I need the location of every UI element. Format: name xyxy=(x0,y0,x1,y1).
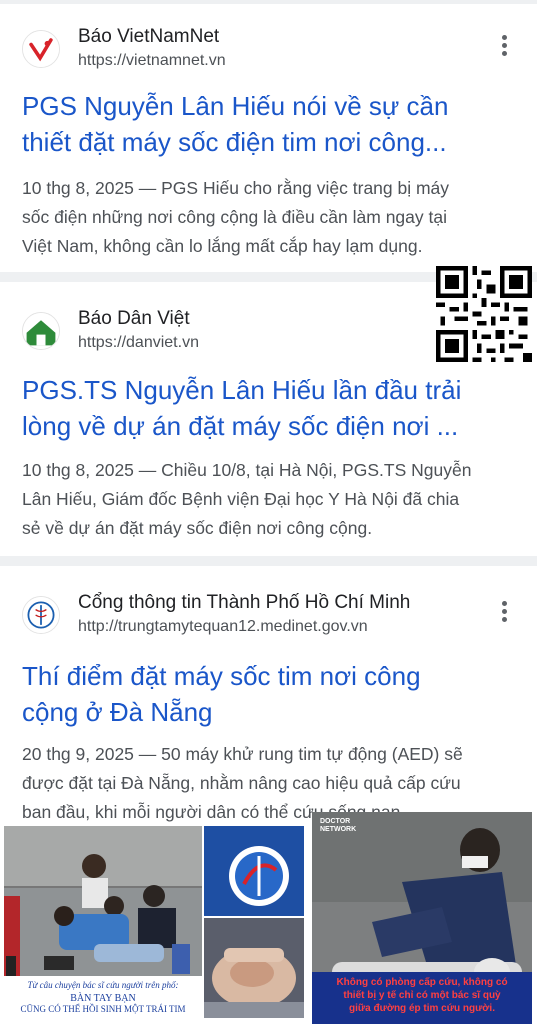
search-result-3: Cổng thông tin Thành Phố Hồ Chí Minh htt… xyxy=(0,566,537,826)
result-snippet: 10 thg 8, 2025 — Chiều 10/8, tại Hà Nội,… xyxy=(22,456,512,543)
danviet-logo-icon xyxy=(22,312,60,350)
title-line: thiết đặt máy sốc điện tim nơi công... xyxy=(22,127,447,157)
result-snippet: 10 thg 8, 2025 — PGS Hiếu cho rằng việc … xyxy=(22,174,512,261)
result-source[interactable]: Báo VietNamNet https://vietnamnet.vn xyxy=(22,26,512,72)
title-line: lòng về dự án đặt máy sốc điện nơi ... xyxy=(22,411,459,441)
snippet-line: sẻ về dự án đặt máy sốc điện nơi công cộ… xyxy=(22,518,373,538)
doctor-network-badge: DOCTOR NETWORK xyxy=(320,818,357,833)
result-title-link[interactable]: PGS Nguyễn Lân Hiếu nói về sự cần thiết … xyxy=(22,88,502,160)
snippet-line: Việt Nam, không cần lo lắng mất cắp hay … xyxy=(22,236,423,256)
more-vert-icon[interactable] xyxy=(494,32,514,62)
snippet-line: sốc điện những nơi công cộng là điều cần… xyxy=(22,207,447,227)
title-line: PGS Nguyễn Lân Hiếu nói về sự cần xyxy=(22,91,449,121)
caption-line: thiết bị y tế chỉ có một bác sĩ quỳ xyxy=(343,990,501,1001)
snippet-line: 20 thg 9, 2025 — 50 máy khử rung tim tự … xyxy=(22,744,463,764)
title-line: PGS.TS Nguyễn Lân Hiếu lần đầu trải xyxy=(22,375,462,405)
caption-headline: CŨNG CÓ THỂ HỒI SINH MỘT TRÁI TIM xyxy=(20,1004,186,1014)
title-line: cộng ở Đà Nẵng xyxy=(22,697,213,727)
search-result-1: Báo VietNamNet https://vietnamnet.vn PGS… xyxy=(0,4,537,272)
street-cpr-photo: Từ câu chuyện bác sĩ cứu người trên phố:… xyxy=(4,826,202,1018)
caption-line: Không có phòng cấp cứu, không có xyxy=(336,977,508,988)
result-title-link[interactable]: PGS.TS Nguyễn Lân Hiếu lần đầu trải lòng… xyxy=(22,372,502,444)
snippet-line: được đặt tại Đà Nẵng, nhằm nâng cao hiệu… xyxy=(22,773,461,793)
result-separator xyxy=(0,556,537,566)
doctor-street-photo: DOCTOR NETWORK Không có phòng cấp cứu, k… xyxy=(312,812,532,1024)
site-url: http://trungtamytequan12.medinet.gov.vn xyxy=(78,618,368,635)
left-caption: Từ câu chuyện bác sĩ cứu người trên phố:… xyxy=(4,976,202,1018)
result-source[interactable]: Cổng thông tin Thành Phố Hồ Chí Minh htt… xyxy=(22,592,512,638)
medical-emblem-photo xyxy=(204,826,304,916)
snippet-line: Lân Hiếu, Giám đốc Bệnh viện Đại học Y H… xyxy=(22,489,460,509)
more-vert-icon[interactable] xyxy=(494,598,514,628)
snippet-line: 10 thg 8, 2025 — Chiều 10/8, tại Hà Nội,… xyxy=(22,460,472,480)
image-collage-overlay: Từ câu chuyện bác sĩ cứu người trên phố:… xyxy=(0,812,537,1024)
vietnamnet-logo-icon xyxy=(22,30,60,68)
caption-line: giữa đường ép tim cứu người. xyxy=(349,1003,495,1014)
site-name: Cổng thông tin Thành Phố Hồ Chí Minh xyxy=(78,592,411,613)
qr-code xyxy=(436,266,532,362)
title-line: Thí điểm đặt máy sốc tim nơi công xyxy=(22,661,421,691)
site-name: Báo Dân Việt xyxy=(78,308,190,329)
site-name: Báo VietNamNet xyxy=(78,26,220,47)
result-title-link[interactable]: Thí điểm đặt máy sốc tim nơi công cộng ở… xyxy=(22,658,502,730)
site-url: https://vietnamnet.vn xyxy=(78,52,226,69)
cpr-hands-photo xyxy=(204,918,304,1018)
medinet-logo-icon xyxy=(22,596,60,634)
site-url: https://danviet.vn xyxy=(78,334,199,351)
snippet-line: 10 thg 8, 2025 — PGS Hiếu cho rằng việc … xyxy=(22,178,450,198)
right-caption: Không có phòng cấp cứu, không có thiết b… xyxy=(312,976,532,1015)
caption-headline: BÀN TAY BẠN xyxy=(70,993,136,1004)
caption-intro: Từ câu chuyện bác sĩ cứu người trên phố: xyxy=(27,980,179,990)
